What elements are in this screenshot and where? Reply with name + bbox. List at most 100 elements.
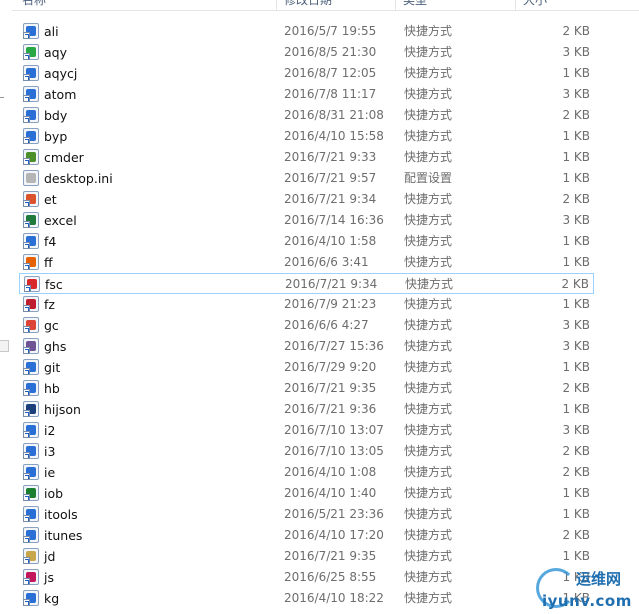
file-date: 2016/7/21 9:35 xyxy=(284,381,377,395)
file-size: 3 KB xyxy=(562,87,590,101)
left-pane-edge xyxy=(0,0,12,614)
file-row[interactable]: bdy 2016/8/31 21:08 快捷方式 2 KB xyxy=(19,105,594,126)
chrome-icon xyxy=(23,317,39,333)
shortcut-arrow-icon xyxy=(23,116,30,123)
file-name: excel xyxy=(44,213,77,228)
file-date: 2016/5/7 19:55 xyxy=(284,24,377,38)
shortcut-blue-icon xyxy=(23,506,39,522)
file-type: 快捷方式 xyxy=(404,192,453,206)
file-size: 1 KB xyxy=(562,507,590,521)
file-size: 2 KB xyxy=(562,192,590,206)
file-row[interactable]: ie 2016/4/10 1:08 快捷方式 2 KB xyxy=(19,462,594,483)
icon-glyph xyxy=(26,173,36,183)
file-row[interactable]: jd 2016/7/21 9:35 快捷方式 1 KB xyxy=(19,546,594,567)
file-type: 快捷方式 xyxy=(404,423,453,437)
file-date: 2016/7/21 9:57 xyxy=(284,171,377,185)
file-name: ie xyxy=(44,465,56,480)
file-size: 2 KB xyxy=(562,444,590,458)
file-type: 快捷方式 xyxy=(404,108,453,122)
file-row[interactable]: git 2016/7/29 9:20 快捷方式 1 KB xyxy=(19,357,594,378)
file-row[interactable]: iob 2016/4/10 1:40 快捷方式 1 KB xyxy=(19,483,594,504)
file-type: 快捷方式 xyxy=(404,591,453,605)
shortcut-blue-icon xyxy=(23,107,39,123)
column-separator[interactable] xyxy=(276,0,277,10)
settings-file-icon xyxy=(23,170,39,186)
file-date: 2016/7/10 13:07 xyxy=(284,423,384,437)
faststone-icon xyxy=(24,276,40,292)
column-size-header[interactable]: 大小 xyxy=(523,0,547,10)
file-row[interactable]: fsc 2016/7/21 9:34 快捷方式 2 KB xyxy=(19,273,594,294)
file-type: 快捷方式 xyxy=(404,549,453,563)
file-date: 2016/4/10 1:58 xyxy=(284,234,377,248)
file-row[interactable]: f4 2016/4/10 1:58 快捷方式 1 KB xyxy=(19,231,594,252)
file-date: 2016/4/10 1:08 xyxy=(284,465,377,479)
shortcut-arrow-icon xyxy=(23,473,30,480)
shortcut-arrow-icon xyxy=(23,221,30,228)
file-row[interactable]: kg 2016/4/10 18:22 快捷方式 1 KB xyxy=(19,588,594,609)
file-date: 2016/8/31 21:08 xyxy=(284,108,384,122)
file-row[interactable]: aqy 2016/8/5 21:30 快捷方式 3 KB xyxy=(19,42,594,63)
file-name: et xyxy=(44,192,57,207)
file-name: aqy xyxy=(44,45,67,60)
file-date: 2016/6/6 3:41 xyxy=(284,255,369,269)
cmder-green-icon xyxy=(23,149,39,165)
file-size: 2 KB xyxy=(562,528,590,542)
column-type-header[interactable]: 类型 xyxy=(403,0,427,10)
file-row[interactable]: et 2016/7/21 9:34 快捷方式 2 KB xyxy=(19,189,594,210)
file-type: 快捷方式 xyxy=(404,360,453,374)
file-name: itools xyxy=(44,507,78,522)
file-row[interactable]: aqycj 2016/8/7 12:05 快捷方式 1 KB xyxy=(19,63,594,84)
file-row[interactable]: byp 2016/4/10 15:58 快捷方式 1 KB xyxy=(19,126,594,147)
file-name: hb xyxy=(44,381,60,396)
shortcut-arrow-icon xyxy=(23,599,30,606)
file-name: atom xyxy=(44,87,77,102)
file-type: 快捷方式 xyxy=(404,24,453,38)
file-row[interactable]: hb 2016/7/21 9:35 快捷方式 2 KB xyxy=(19,378,594,399)
file-row[interactable]: gc 2016/6/6 4:27 快捷方式 3 KB xyxy=(19,315,594,336)
file-type: 快捷方式 xyxy=(404,255,453,269)
file-size: 1 KB xyxy=(562,402,590,416)
shortcut-arrow-icon xyxy=(23,263,30,270)
shortcut-arrow-icon xyxy=(23,53,30,60)
pane-collapsed-item[interactable] xyxy=(0,340,9,352)
shortcut-arrow-icon xyxy=(24,285,31,292)
column-separator[interactable] xyxy=(395,0,396,10)
file-row[interactable]: js 2016/6/25 8:55 快捷方式 1 KB xyxy=(19,567,594,588)
shortcut-blue-icon xyxy=(23,590,39,606)
file-row[interactable]: i3 2016/7/10 13:05 快捷方式 2 KB xyxy=(19,441,594,462)
shortcut-blue-icon xyxy=(23,86,39,102)
file-row[interactable]: atom 2016/7/8 11:17 快捷方式 3 KB xyxy=(19,84,594,105)
shortcut-arrow-icon xyxy=(23,326,30,333)
file-row[interactable]: excel 2016/7/14 16:36 快捷方式 3 KB xyxy=(19,210,594,231)
column-separator[interactable] xyxy=(515,0,516,10)
file-size: 3 KB xyxy=(562,213,590,227)
file-row[interactable]: hijson 2016/7/21 9:36 快捷方式 1 KB xyxy=(19,399,594,420)
file-row[interactable]: ghs 2016/7/27 15:36 快捷方式 3 KB xyxy=(19,336,594,357)
shortcut-blue-icon xyxy=(23,23,39,39)
file-date: 2016/8/7 12:05 xyxy=(284,66,377,80)
file-row[interactable]: itools 2016/5/21 23:36 快捷方式 1 KB xyxy=(19,504,594,525)
column-name-header[interactable]: 名称 xyxy=(22,0,46,10)
file-name: iob xyxy=(44,486,64,501)
shortcut-blue-icon xyxy=(23,380,39,396)
shortcut-arrow-icon xyxy=(23,452,30,459)
file-size: 2 KB xyxy=(562,108,590,122)
file-name: gc xyxy=(44,318,59,333)
file-name: ali xyxy=(44,24,59,39)
file-row[interactable]: i2 2016/7/10 13:07 快捷方式 3 KB xyxy=(19,420,594,441)
iqiyi-green-icon xyxy=(23,44,39,60)
wps-et-icon xyxy=(23,191,39,207)
column-date-header[interactable]: 修改日期 xyxy=(284,0,332,10)
shortcut-blue-icon xyxy=(23,233,39,249)
file-row[interactable]: ali 2016/5/7 19:55 快捷方式 2 KB xyxy=(19,21,594,42)
file-row[interactable]: itunes 2016/4/10 17:20 快捷方式 2 KB xyxy=(19,525,594,546)
file-size: 3 KB xyxy=(562,318,590,332)
file-row[interactable]: cmder 2016/7/21 9:33 快捷方式 1 KB xyxy=(19,147,594,168)
file-type: 快捷方式 xyxy=(404,528,453,542)
file-row[interactable]: desktop.ini 2016/7/21 9:57 配置设置 1 KB xyxy=(19,168,594,189)
file-row[interactable]: fz 2016/7/9 21:23 快捷方式 1 KB xyxy=(19,294,594,315)
file-size: 2 KB xyxy=(561,277,589,291)
file-size: 1 KB xyxy=(562,234,590,248)
file-row[interactable]: ff 2016/6/6 3:41 快捷方式 1 KB xyxy=(19,252,594,273)
shortcut-arrow-icon xyxy=(23,242,30,249)
